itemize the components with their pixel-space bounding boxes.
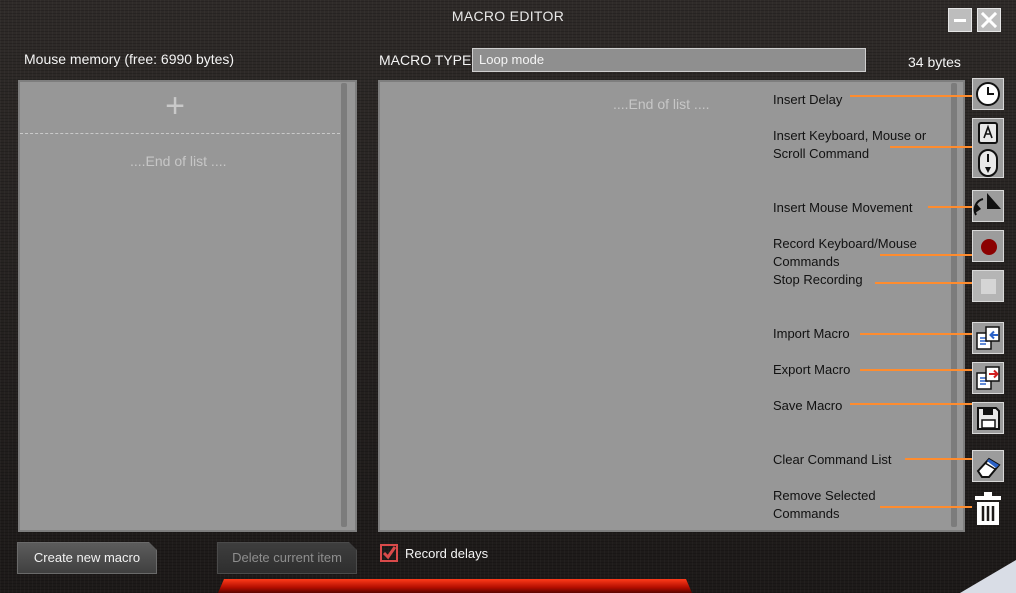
annotation-remove-1: Remove Selected [773,488,876,503]
insert-mouse-movement-button[interactable] [972,190,1004,222]
keyboard-key-icon [978,122,998,144]
command-list-end-label: ....End of list .... [613,96,710,112]
macro-type-select[interactable]: Loop mode [472,48,866,72]
close-button[interactable] [977,8,1001,32]
annotation-line [850,403,972,405]
macro-list-end-label: ....End of list .... [130,153,227,169]
stop-recording-button[interactable] [972,270,1004,302]
annotation-remove-2: Commands [773,506,840,521]
record-delays-checkbox[interactable] [380,544,398,562]
annotation-insert-delay: Insert Delay [773,92,843,107]
annotation-line [880,254,972,256]
close-icon [980,11,998,29]
remove-selected-commands-button[interactable] [972,492,1004,525]
eraser-icon [976,457,1001,478]
save-macro-button[interactable] [972,402,1004,434]
create-new-macro-button[interactable]: Create new macro [17,542,157,574]
annotation-line [875,282,972,284]
annotation-export-macro: Export Macro [773,362,851,377]
annotation-import-macro: Import Macro [773,326,850,341]
record-icon [981,239,997,255]
clock-icon [976,82,1000,106]
mouse-memory-label: Mouse memory (free: 6990 bytes) [24,51,235,67]
annotation-line [860,333,972,335]
mouse-icon [978,149,998,177]
minimize-button[interactable] [948,8,972,32]
insert-delay-button[interactable] [972,78,1004,110]
insert-command-button[interactable] [972,118,1004,178]
window-title: MACRO EDITOR [451,8,565,24]
annotation-insert-keyboard-2: Scroll Command [773,146,870,161]
export-icon [976,366,1000,390]
annotation-line [890,146,972,148]
macro-list-panel[interactable] [18,80,357,532]
annotation-save-macro: Save Macro [773,398,843,413]
mouse-movement-icon [973,193,1001,216]
annotation-record-2: Commands [773,254,840,269]
floppy-disk-icon [977,407,1000,430]
stop-icon [981,279,996,294]
annotation-line [880,506,972,508]
decorative-corner [960,560,1016,593]
annotation-clear-list: Clear Command List [773,452,892,467]
annotation-insert-mouse-movement: Insert Mouse Movement [773,200,913,215]
command-list-scrollbar[interactable] [951,83,957,527]
macro-list-scrollbar[interactable] [341,83,347,527]
record-delays-label: Record delays [405,546,489,561]
annotation-stop-recording: Stop Recording [773,272,863,287]
annotation-line [928,206,972,208]
record-button[interactable] [972,230,1004,262]
trash-icon [975,492,1001,525]
export-macro-button[interactable] [972,362,1004,394]
annotation-insert-keyboard-1: Insert Keyboard, Mouse or [773,128,927,143]
decorative-glow [218,579,692,593]
annotation-line [860,369,972,371]
annotation-line [850,95,972,97]
divider [20,133,340,134]
macro-type-label: MACRO TYPE [379,52,472,68]
import-macro-button[interactable] [972,322,1004,354]
add-macro-plus-icon[interactable]: + [160,89,190,123]
annotation-record-1: Record Keyboard/Mouse [773,236,917,251]
bytes-count: 34 bytes [908,54,961,70]
import-icon [976,326,1000,350]
check-mark-icon [380,544,398,562]
clear-command-list-button[interactable] [972,450,1004,482]
delete-current-item-button[interactable]: Delete current item [217,542,357,574]
annotation-line [905,458,972,460]
